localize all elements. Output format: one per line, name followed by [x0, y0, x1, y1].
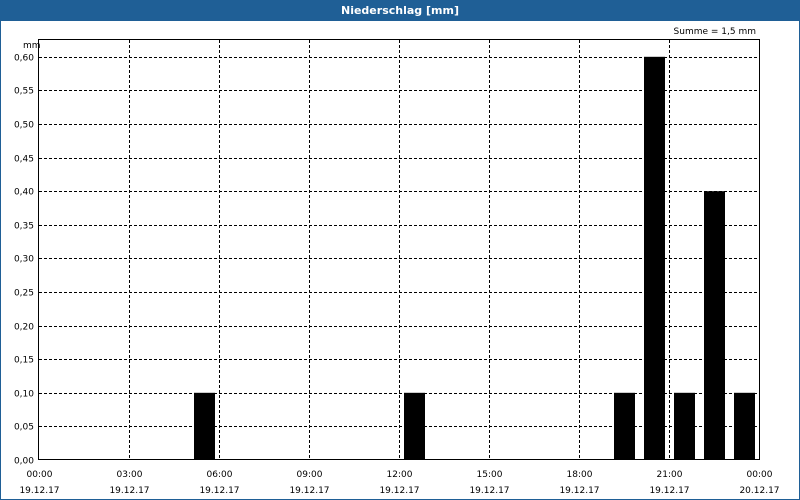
- y-tick-label: 0,40: [14, 188, 34, 198]
- x-tick-date-label: 19.12.17: [289, 486, 329, 496]
- x-tick-time-label: 00:00: [747, 470, 773, 480]
- precipitation-bar: [644, 56, 665, 461]
- x-tick-date-label: 19.12.17: [469, 486, 509, 496]
- precipitation-chart: 0,00 0,05 0,10 0,15 0,20 0,25 0,30 0,35 0,40 0,45…: [14, 27, 780, 496]
- y-tick-label: 0,20: [14, 323, 34, 333]
- x-tick-date-label: 19.12.17: [19, 486, 59, 496]
- precipitation-bar: [614, 392, 635, 460]
- x-tick-date-label: 19.12.17: [379, 486, 419, 496]
- precipitation-bar: [734, 392, 755, 460]
- y-tick-label: 0,30: [14, 255, 34, 265]
- x-tick-time-label: 03:00: [117, 470, 143, 480]
- x-tick-date-label: 19.12.17: [649, 486, 689, 496]
- precipitation-bar: [404, 392, 425, 460]
- x-tick-time-label: 06:00: [207, 470, 233, 480]
- precipitation-bar: [194, 392, 215, 460]
- x-tick-time-label: 00:00: [27, 470, 53, 480]
- x-tick-time-label: 09:00: [297, 470, 323, 480]
- y-tick-label: 0,50: [14, 121, 34, 131]
- x-tick-date-label: 19.12.17: [559, 486, 599, 496]
- y-tick-label: 0,45: [14, 155, 34, 165]
- precipitation-bar: [704, 191, 725, 460]
- x-tick-date-label: 20.12.17: [739, 486, 779, 496]
- y-tick-label: 0,25: [14, 289, 34, 299]
- x-tick-time-label: 21:00: [657, 470, 683, 480]
- x-tick-date-label: 19.12.17: [199, 486, 239, 496]
- y-tick-label: 0,05: [14, 423, 34, 433]
- x-tick-time-label: 18:00: [567, 470, 593, 480]
- precipitation-bar: [674, 392, 695, 460]
- y-tick-label: 0,00: [14, 457, 34, 467]
- x-tick-date-label: 19.12.17: [109, 486, 149, 496]
- y-tick-label: 0,35: [14, 222, 34, 232]
- y-tick-label: 0,60: [14, 54, 34, 64]
- sum-annotation: Summe = 1,5 mm: [674, 27, 756, 37]
- y-tick-label: 0,55: [14, 87, 34, 97]
- x-tick-time-label: 15:00: [477, 470, 503, 480]
- y-axis-unit-label: mm: [23, 41, 41, 51]
- y-tick-label: 0,15: [14, 356, 34, 366]
- y-tick-label: 0,10: [14, 390, 34, 400]
- x-tick-time-label: 12:00: [387, 470, 413, 480]
